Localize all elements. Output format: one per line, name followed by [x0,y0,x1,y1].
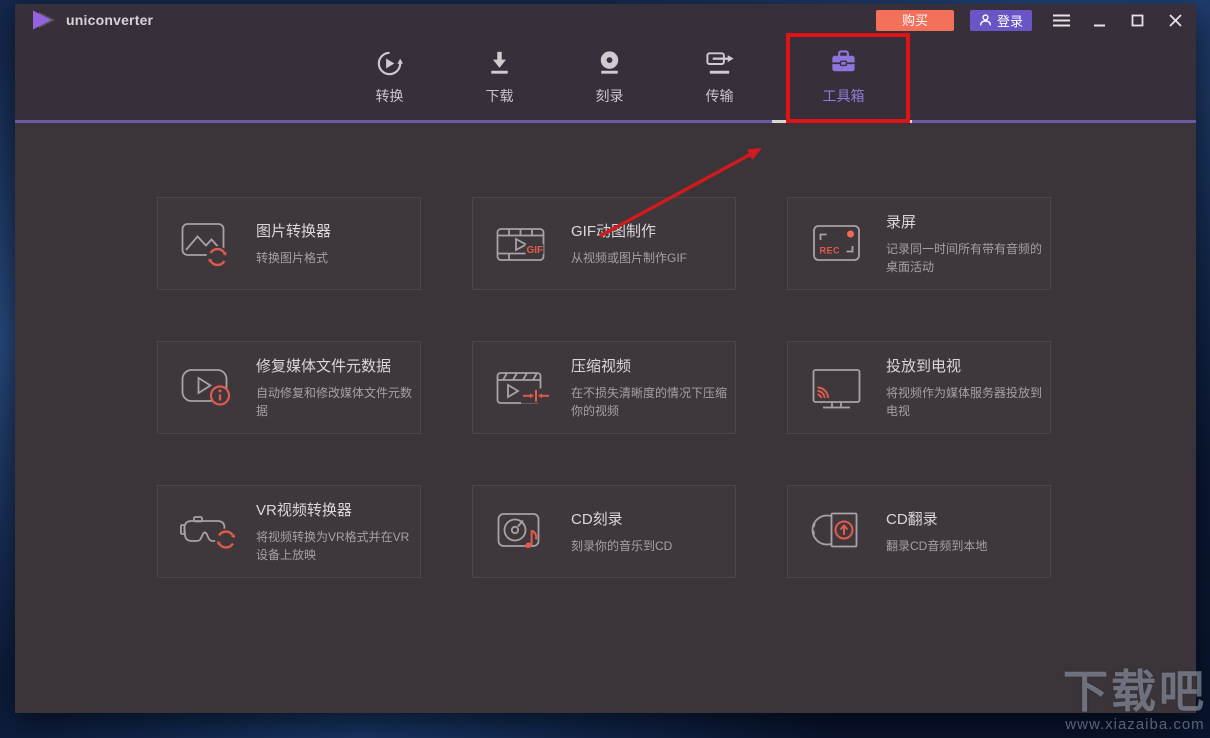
card-subtitle: 刻录你的音乐到CD [571,538,673,553]
tab-label: 下载 [485,88,514,104]
card-cd-burn[interactable]: CD刻录 刻录你的音乐到CD [472,485,736,578]
card-image-converter[interactable]: 图片转换器 转换图片格式 [157,197,421,290]
titlebar: uniconverter 购买 登录 [15,4,1196,36]
card-title: CD翻录 [886,510,938,528]
card-title: 图片转换器 [256,222,332,240]
card-title: 录屏 [886,214,917,232]
card-subtitle: 从视频或图片制作GIF [571,250,687,265]
card-title: CD刻录 [571,510,623,528]
watermark-url: www.xiazaiba.com [1065,716,1205,733]
card-title: VR视频转换器 [256,502,352,520]
annotation-highlight-box [786,33,910,123]
compress-video-icon [495,364,555,412]
card-title: 压缩视频 [571,358,632,376]
tab-download[interactable]: 下载 [470,36,530,120]
convert-icon [374,47,405,79]
vr-converter-icon [180,508,240,556]
cd-rip-icon [810,508,870,556]
download-icon [484,47,515,79]
screen-record-icon: REC [810,220,870,268]
main-nav: 转换 下载 刻录 传输 工具箱 [15,36,1196,120]
fix-metadata-icon [180,364,240,412]
gif-icon-label: GIF [527,245,544,256]
tool-grid: 图片转换器 转换图片格式 GIF GIF动图制作 从视频或图片制作GIF REC… [157,197,1051,578]
card-compress-video[interactable]: 压缩视频 在不损失清晰度的情况下压缩你的视频 [472,341,736,434]
card-subtitle: 转换图片格式 [256,250,329,265]
app-logo: uniconverter [29,9,153,31]
card-cd-rip[interactable]: CD翻录 翻录CD音频到本地 [787,485,1051,578]
minimize-icon[interactable] [1090,11,1108,29]
app-window: uniconverter 购买 登录 转换 下载 刻录 传输 工具箱 图片转换器… [15,4,1196,713]
tab-label: 刻录 [595,88,624,104]
card-fix-metadata[interactable]: 修复媒体文件元数据 自动修复和修改媒体文件元数据 [157,341,421,434]
menu-icon[interactable] [1052,11,1070,29]
card-title: 修复媒体文件元数据 [256,358,392,376]
gif-maker-icon: GIF [495,220,555,268]
login-label: 登录 [996,13,1023,29]
cd-burn-icon [495,508,555,556]
image-converter-icon [180,220,240,268]
tab-transfer[interactable]: 传输 [690,36,750,120]
card-subtitle: 自动修复和修改媒体文件元数据 [256,386,413,418]
logo-play-icon [33,10,55,30]
card-cast-to-tv[interactable]: 投放到电视 将视频作为媒体服务器投放到电视 [787,341,1051,434]
app-title: uniconverter [66,12,154,28]
buy-button[interactable]: 购买 [875,9,954,31]
annotation-arrow [599,148,762,238]
card-subtitle: 将视频转换为VR格式并在VR设备上放映 [256,530,410,562]
card-title: 投放到电视 [886,358,962,376]
user-icon [979,14,992,26]
maximize-icon[interactable] [1128,11,1146,29]
tab-label: 传输 [705,88,734,104]
card-screen-recorder[interactable]: REC 录屏 记录同一时间所有带有音频的桌面活动 [787,197,1051,290]
titlebar-actions: 购买 登录 [875,9,1184,31]
burn-icon [594,47,625,79]
card-subtitle: 在不损失清晰度的情况下压缩你的视频 [571,386,728,418]
login-button[interactable]: 登录 [969,9,1032,31]
tab-label: 转换 [375,88,404,104]
card-subtitle: 将视频作为媒体服务器投放到电视 [886,386,1043,418]
rec-icon-label: REC [820,245,841,255]
card-vr-converter[interactable]: VR视频转换器 将视频转换为VR格式并在VR设备上放映 [157,485,421,578]
tab-burn[interactable]: 刻录 [580,36,640,120]
cast-tv-icon [810,364,870,412]
close-icon[interactable] [1166,11,1184,29]
card-subtitle: 翻录CD音频到本地 [886,538,988,553]
card-subtitle: 记录同一时间所有带有音频的桌面活动 [886,242,1043,274]
tab-convert[interactable]: 转换 [360,36,420,120]
transfer-icon [704,47,735,79]
